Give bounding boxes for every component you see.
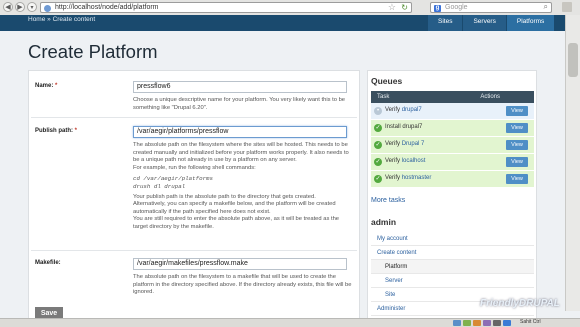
admin-heading: admin [371, 217, 397, 227]
task-label: Verify Drupal 7 [385, 141, 425, 147]
tab-platforms[interactable]: Platforms [506, 15, 555, 31]
queue-row: ✓ Verify localhost View [371, 154, 534, 171]
queue-row: • Verify drupal7 View [371, 103, 534, 120]
task-link[interactable]: localhost [402, 158, 426, 164]
required-mark: * [55, 83, 58, 89]
queue-row: ✓ Install drupal7 View [371, 120, 534, 137]
makefile-description: The absolute path on the filesystem to a… [133, 274, 352, 296]
create-platform-form: Name: * pressflow6 Choose a unique descr… [28, 70, 360, 324]
view-button[interactable]: View [506, 106, 528, 116]
checkmark-icon: ✓ [374, 175, 382, 183]
queued-icon: • [374, 107, 382, 115]
primary-tabs: Sites Servers Platforms [428, 15, 555, 31]
tray-icon[interactable] [473, 320, 481, 326]
task-link[interactable]: hostmaster [402, 175, 432, 181]
view-button[interactable]: View [506, 140, 528, 150]
required-mark: * [74, 128, 78, 134]
makefile-label: Makefile: [35, 260, 61, 266]
queue-table: Task Actions • Verify drupal7 View ✓ Ins… [371, 91, 534, 188]
sidebar: Queues Task Actions • Verify drupal7 Vie… [367, 70, 537, 326]
publish-path-desc-5: You are still required to enter the abso… [133, 216, 340, 230]
tray-icon[interactable] [503, 320, 511, 326]
friendly-drupal-logo: FriendlyDRUPAL [480, 298, 560, 309]
page-title: Create Platform [28, 41, 158, 62]
menu-item-server[interactable]: Server [371, 274, 534, 288]
address-bar[interactable]: http://localhost/node/add/platform ☆ ↻ [40, 2, 412, 13]
publish-path-desc-2: For example, run the following shell com… [133, 164, 256, 171]
tray-icon[interactable] [453, 320, 461, 326]
actions-column-header: Actions [480, 94, 500, 100]
name-label: Name: * [35, 83, 58, 89]
site-header: Home » Create content Sites Servers Plat… [0, 15, 565, 31]
forward-icon[interactable]: ▶ [15, 2, 25, 12]
divider [31, 117, 357, 118]
publish-path-desc-3: Your publish path is the absolute path t… [133, 193, 316, 200]
shell-command-2: drush dl drupal [133, 182, 186, 190]
tray-icon[interactable] [483, 320, 491, 326]
status-text: Sahit Ctrl [520, 319, 541, 325]
tab-servers[interactable]: Servers [463, 15, 506, 31]
task-label: Verify localhost [385, 158, 426, 164]
menu-item-platform[interactable]: Platform [371, 260, 534, 274]
search-icon[interactable]: ⌕ [544, 2, 548, 12]
view-button[interactable]: View [506, 123, 528, 133]
checkmark-icon: ✓ [374, 124, 382, 132]
publish-path-field[interactable]: /var/aegir/platforms/pressflow [133, 126, 347, 138]
divider [31, 250, 357, 251]
task-label: Verify drupal7 [385, 107, 422, 113]
search-engine-icon[interactable]: g [434, 4, 441, 12]
menu-item-create-content[interactable]: Create content [371, 246, 534, 260]
task-link[interactable]: drupal7 [402, 107, 422, 113]
vertical-scrollbar[interactable] [565, 15, 580, 311]
publish-path-description: The absolute path on the filesystem wher… [133, 142, 355, 232]
menu-item-my-account[interactable]: My account [371, 232, 534, 246]
back-icon[interactable]: ◀ [3, 2, 13, 12]
search-placeholder[interactable]: Google [445, 4, 468, 11]
view-button[interactable]: View [506, 174, 528, 184]
reload-icon[interactable]: ↻ [401, 3, 408, 12]
checkmark-icon: ✓ [374, 158, 382, 166]
publish-path-desc-4: Alternatively, you can specify a makefil… [133, 201, 336, 215]
publish-path-label: Publish path: * [35, 128, 78, 134]
queue-row: ✓ Verify Drupal 7 View [371, 137, 534, 154]
makefile-field[interactable]: /var/aegir/makefiles/pressflow.make [133, 258, 347, 270]
task-label: Verify hostmaster [385, 175, 432, 181]
history-dropdown-icon[interactable]: ▾ [27, 2, 37, 12]
tray-icon[interactable] [463, 320, 471, 326]
task-link[interactable]: Drupal 7 [402, 141, 425, 147]
scrollbar-thumb[interactable] [568, 43, 578, 77]
browser-toolbar: ◀ ▶ ▾ http://localhost/node/add/platform… [0, 0, 580, 16]
shell-command-1: cd /var/aegir/platforms [133, 175, 214, 183]
name-field[interactable]: pressflow6 [133, 81, 347, 93]
task-column-header: Task [377, 94, 390, 100]
task-label: Install drupal7 [385, 124, 423, 130]
search-bar[interactable]: g Google ⌕ [430, 2, 552, 13]
home-icon[interactable] [562, 2, 572, 12]
queues-heading: Queues [371, 76, 403, 86]
site-identity-icon[interactable] [44, 4, 51, 12]
checkmark-icon: ✓ [374, 141, 382, 149]
publish-path-desc-1: The absolute path on the filesystem wher… [133, 142, 349, 164]
tab-sites[interactable]: Sites [428, 15, 463, 31]
view-button[interactable]: View [506, 157, 528, 167]
more-tasks-link[interactable]: More tasks [371, 197, 405, 204]
queue-table-header: Task Actions [371, 91, 534, 103]
name-description: Choose a unique descriptive name for you… [133, 97, 346, 111]
bookmark-star-icon[interactable]: ☆ [388, 2, 396, 13]
queue-row: ✓ Verify hostmaster View [371, 171, 534, 188]
breadcrumb[interactable]: Home » Create content [28, 16, 95, 23]
tray-icon[interactable] [493, 320, 501, 326]
url-text[interactable]: http://localhost/node/add/platform [55, 4, 159, 11]
